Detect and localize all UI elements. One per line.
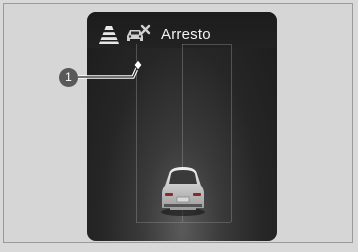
illustration-frame: Arresto 1 [3, 3, 353, 243]
car-warning-icon [127, 24, 151, 41]
lane-line-top [182, 44, 231, 45]
display-screen: Arresto [87, 12, 277, 241]
cone-icon [99, 26, 119, 44]
vehicle-icon [161, 167, 205, 216]
lane-line-bottom [136, 222, 231, 223]
lane-line-left [136, 44, 137, 222]
callout-number-badge: 1 [59, 68, 78, 87]
status-label: Arresto [161, 26, 211, 43]
lane-line-right [231, 44, 232, 222]
